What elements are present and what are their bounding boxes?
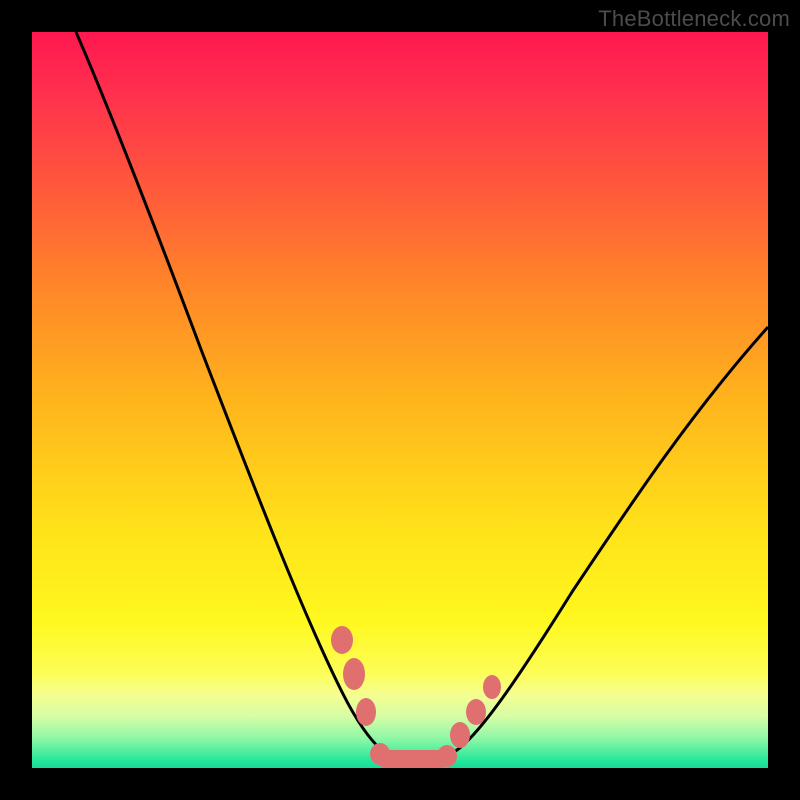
plot-area [32,32,768,768]
marker-dot [370,743,390,765]
curve-svg [32,32,768,768]
bottleneck-curve-bottom [377,757,444,762]
marker-dot [466,699,486,725]
marker-dot [437,745,457,767]
marker-bottom-bar [377,750,449,768]
watermark-text: TheBottleneck.com [598,6,790,32]
marker-dot [450,722,470,748]
marker-dot [343,658,365,690]
marker-dot [356,698,376,726]
bottleneck-curve-left [76,32,402,762]
chart-frame: TheBottleneck.com [0,0,800,800]
bottleneck-curve-right [402,327,768,763]
marker-dot [331,626,353,654]
marker-dot [483,675,501,699]
